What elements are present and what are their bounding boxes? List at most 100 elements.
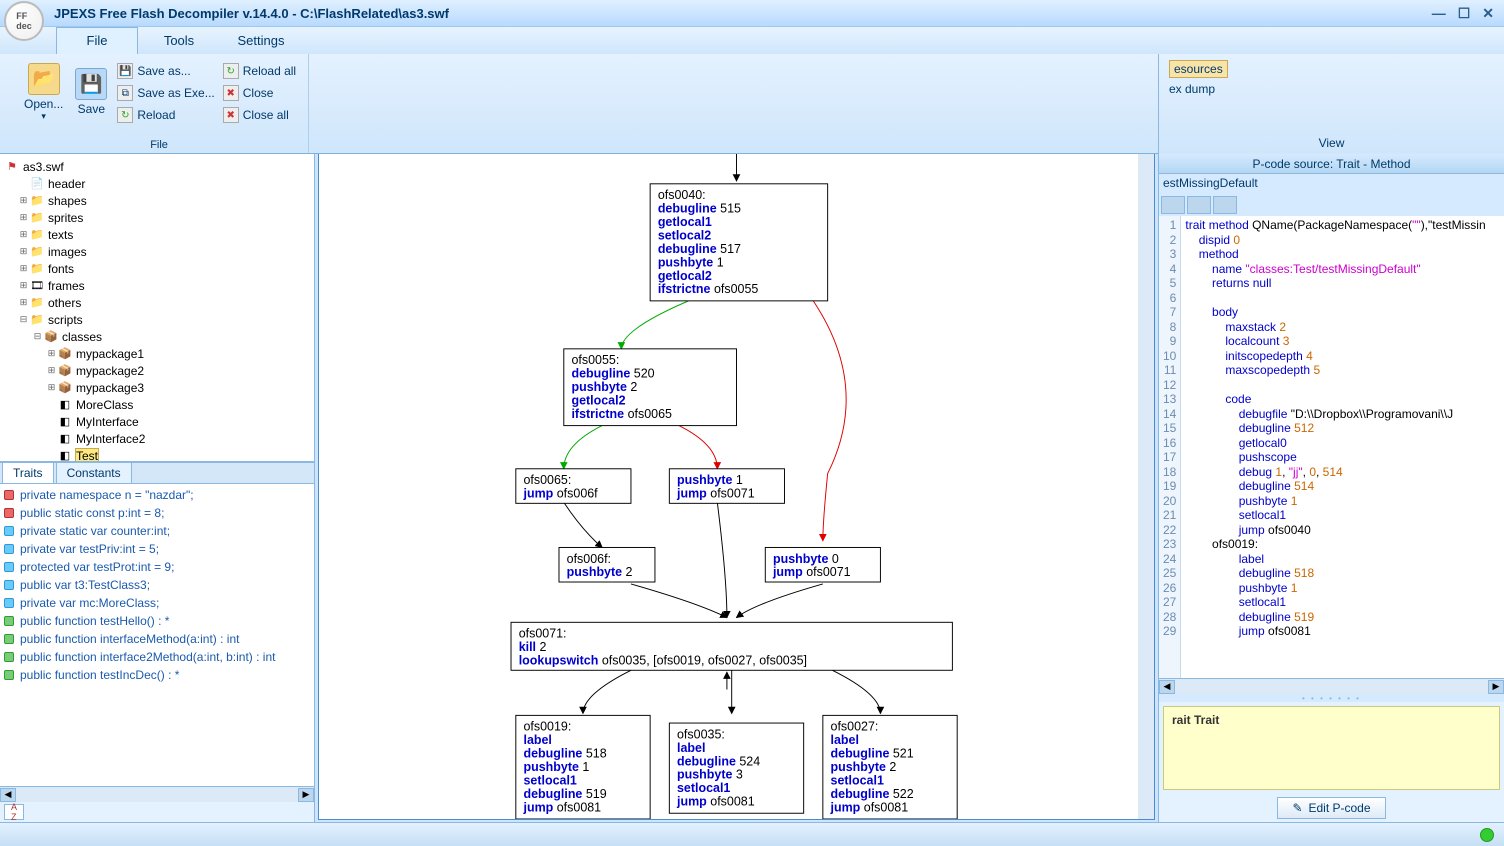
graph-canvas[interactable]: debugline 514pushbyte 1setlocal1jump ofs… [319, 154, 1154, 819]
tree-item[interactable]: ⊞📁images [2, 243, 312, 260]
pcode-header: P-code source: Trait - Method [1159, 154, 1504, 174]
tree-item[interactable]: ◧MoreClass [2, 396, 312, 413]
edit-icon: ✎ [1292, 801, 1302, 815]
trait-row[interactable]: private namespace n = "nazdar"; [4, 486, 310, 504]
tree-view[interactable]: ⚑as3.swf📄header⊞📁shapes⊞📁sprites⊞📁texts⊞… [0, 154, 314, 462]
close-file-icon: ✖ [223, 85, 239, 101]
pcode-scroll-left[interactable]: ◀ [1159, 680, 1175, 694]
save-icon: 💾 [75, 68, 107, 100]
trait-row[interactable]: public function testHello() : * [4, 612, 310, 630]
svg-text:pushbyte 1: pushbyte 1 [523, 760, 589, 774]
reload-icon: ↻ [117, 107, 133, 123]
tree-item[interactable]: ⊟📁scripts [2, 311, 312, 328]
tree-item[interactable]: ⊞📦mypackage2 [2, 362, 312, 379]
ribbon-group-file: File [18, 137, 300, 153]
window-title: JPEXS Free Flash Decompiler v.14.4.0 - C… [54, 6, 449, 21]
pcode-tab[interactable]: estMissingDefault [1159, 174, 1504, 194]
save-as-button[interactable]: 💾Save as... [113, 60, 218, 82]
splitter-handle[interactable]: • • • • • • • [1159, 694, 1504, 702]
dropdown-icon: ▾ [41, 111, 46, 122]
tree-item[interactable]: ⊞🎞frames [2, 277, 312, 294]
pcode-tool-3[interactable] [1213, 196, 1237, 214]
pcode-hscroll[interactable]: ◀▶ [1159, 678, 1504, 694]
svg-text:label: label [523, 733, 551, 747]
svg-text:debugline 524: debugline 524 [677, 754, 760, 768]
svg-text:pushbyte 0: pushbyte 0 [773, 552, 839, 566]
svg-text:getlocal2: getlocal2 [658, 269, 712, 283]
menubar: File Tools Settings [0, 26, 1504, 54]
graph-vscroll[interactable] [1138, 154, 1154, 819]
edit-pcode-button[interactable]: ✎ Edit P-code [1277, 797, 1385, 819]
pcode-tool-1[interactable] [1161, 196, 1185, 214]
tree-item[interactable]: ⊞📁sprites [2, 209, 312, 226]
trait-row[interactable]: public static const p:int = 8; [4, 504, 310, 522]
save-exe-icon: ⧉ [117, 85, 133, 101]
scroll-left-button[interactable]: ◀ [0, 788, 16, 802]
tab-resources[interactable]: esources [1169, 60, 1228, 78]
reload-all-button[interactable]: ↻Reload all [219, 60, 300, 82]
tree-item[interactable]: ◧MyInterface2 [2, 430, 312, 447]
pcode-editor[interactable]: 1234567891011121314151617181920212223242… [1159, 216, 1504, 678]
trait-row[interactable]: public function testIncDec() : * [4, 666, 310, 684]
tree-root[interactable]: ⚑as3.swf [2, 158, 312, 175]
save-button[interactable]: 💾 Save [69, 58, 113, 126]
traits-hscroll[interactable]: ◀ ▶ [0, 786, 314, 802]
tree-item[interactable]: ⊞📁texts [2, 226, 312, 243]
svg-text:debugline 521: debugline 521 [831, 747, 914, 761]
sort-az-button[interactable]: AZ [4, 804, 24, 820]
app-logo-icon: FFdec [4, 1, 44, 41]
tab-constants[interactable]: Constants [56, 462, 132, 483]
svg-text:jump ofs0081: jump ofs0081 [676, 795, 755, 809]
tree-item[interactable]: 📄header [2, 175, 312, 192]
pcode-tool-2[interactable] [1187, 196, 1211, 214]
tree-item[interactable]: ◧MyInterface [2, 413, 312, 430]
svg-text:debugline 518: debugline 518 [523, 747, 606, 761]
save-as-icon: 💾 [117, 63, 133, 79]
svg-text:setlocal1: setlocal1 [677, 781, 730, 795]
menu-settings[interactable]: Settings [220, 27, 302, 54]
open-button[interactable]: 📂 Open... ▾ [18, 58, 69, 126]
scroll-right-button[interactable]: ▶ [298, 788, 314, 802]
trait-row[interactable]: private var testPriv:int = 5; [4, 540, 310, 558]
svg-text:pushbyte 1: pushbyte 1 [677, 473, 743, 487]
svg-text:pushbyte 3: pushbyte 3 [677, 768, 743, 782]
trait-row[interactable]: protected var testProt:int = 9; [4, 558, 310, 576]
code-content[interactable]: trait method QName(PackageNamespace(""),… [1181, 216, 1489, 678]
tree-item[interactable]: ◧Test [2, 447, 312, 462]
svg-text:ifstrictne ofs0055: ifstrictne ofs0055 [658, 282, 759, 296]
tree-item[interactable]: ⊞📦mypackage1 [2, 345, 312, 362]
svg-text:ofs0071:: ofs0071: [519, 627, 567, 641]
maximize-button[interactable]: ☐ [1458, 5, 1471, 22]
tab-hexdump[interactable]: ex dump [1169, 82, 1215, 96]
tree-item[interactable]: ⊞📁shapes [2, 192, 312, 209]
minimize-button[interactable]: — [1432, 5, 1446, 22]
svg-text:pushbyte 2: pushbyte 2 [571, 380, 637, 394]
svg-text:setlocal2: setlocal2 [658, 228, 711, 242]
trait-row[interactable]: public function interfaceMethod(a:int) :… [4, 630, 310, 648]
close-window-button[interactable]: ✕ [1482, 5, 1494, 22]
save-as-exe-button[interactable]: ⧉Save as Exe... [113, 82, 218, 104]
svg-text:getlocal1: getlocal1 [658, 215, 712, 229]
svg-text:setlocal1: setlocal1 [523, 773, 576, 787]
close-all-button[interactable]: ✖Close all [219, 104, 300, 126]
tree-item[interactable]: ⊟📦classes [2, 328, 312, 345]
tree-item[interactable]: ⊞📁fonts [2, 260, 312, 277]
traits-list[interactable]: private namespace n = "nazdar";public st… [0, 484, 314, 787]
tree-item[interactable]: ⊞📦mypackage3 [2, 379, 312, 396]
svg-text:ofs0040:: ofs0040: [658, 188, 706, 202]
svg-text:jump ofs0081: jump ofs0081 [830, 800, 909, 814]
right-pane: P-code source: Trait - Method estMissing… [1158, 154, 1504, 822]
trait-row[interactable]: public var t3:TestClass3; [4, 576, 310, 594]
center-pane: FF Graph classes.Test:testMissingDefault… [315, 154, 1158, 822]
trait-row[interactable]: private var mc:MoreClass; [4, 594, 310, 612]
reload-button[interactable]: ↻Reload [113, 104, 218, 126]
svg-text:ofs006f:: ofs006f: [567, 552, 611, 566]
trait-row[interactable]: public function interface2Method(a:int, … [4, 648, 310, 666]
tab-traits[interactable]: Traits [2, 462, 54, 483]
menu-tools[interactable]: Tools [138, 27, 220, 54]
pcode-scroll-right[interactable]: ▶ [1488, 680, 1504, 694]
tree-item[interactable]: ⊞📁others [2, 294, 312, 311]
trait-row[interactable]: private static var counter:int; [4, 522, 310, 540]
menu-file[interactable]: File [56, 27, 138, 54]
close-button[interactable]: ✖Close [219, 82, 300, 104]
